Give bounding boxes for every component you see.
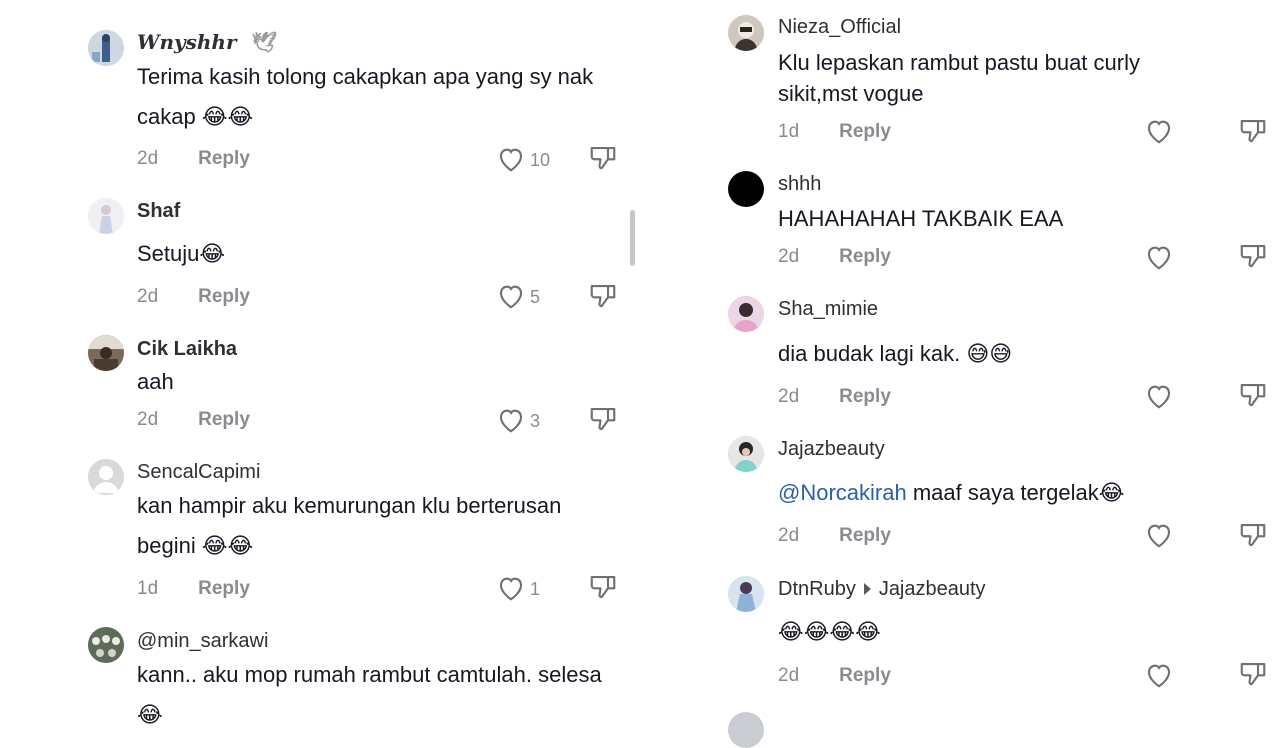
reply-button[interactable]: Reply	[839, 246, 891, 267]
comment-author[interactable]: @min_sarkawi	[137, 630, 268, 653]
comment-author[interactable]: DtnRuby Jajazbeauty	[778, 578, 986, 601]
comment-text: kann.. aku mop rumah rambut camtulah. se…	[137, 662, 602, 727]
comment-text: @Norcakirah maaf saya tergelak😂	[778, 480, 1125, 505]
comment-meta: 2d Reply	[778, 246, 891, 268]
reply-button[interactable]: Reply	[198, 286, 250, 307]
dislike-icon[interactable]	[588, 281, 618, 311]
reply-button[interactable]: Reply	[198, 409, 250, 430]
comment-text: kan hampir aku kemurungan klu berterusan…	[137, 493, 562, 558]
mention-link[interactable]: @Norcakirah	[778, 480, 907, 505]
comment-meta: 2d Reply	[778, 525, 891, 547]
dislike-icon[interactable]	[1238, 659, 1268, 689]
heart-icon[interactable]	[1144, 520, 1174, 550]
comment-time: 2d	[137, 286, 159, 307]
avatar[interactable]	[88, 30, 124, 66]
comment-text: 😂😂😂😂	[778, 619, 881, 644]
avatar[interactable]	[728, 712, 764, 748]
avatar[interactable]	[728, 436, 764, 472]
reply-arrow-icon	[863, 582, 871, 595]
comment-meta: 1d Reply	[778, 121, 891, 143]
avatar[interactable]	[88, 627, 124, 663]
scrollbar[interactable]	[630, 210, 635, 266]
avatar[interactable]	[728, 171, 764, 207]
heart-icon[interactable]	[496, 281, 526, 311]
reply-button[interactable]: Reply	[839, 525, 891, 546]
heart-icon[interactable]	[1144, 660, 1174, 690]
comment-meta: 2d Reply	[137, 409, 250, 431]
dislike-icon[interactable]	[1238, 520, 1268, 550]
reply-button[interactable]: Reply	[198, 578, 250, 599]
comment-author[interactable]: shhh	[778, 173, 821, 196]
comment-time: 2d	[778, 386, 800, 407]
comment-meta: 2d Reply	[137, 286, 250, 308]
like-count: 5	[530, 287, 541, 307]
avatar[interactable]	[88, 198, 124, 234]
comment-time: 2d	[778, 525, 800, 546]
heart-icon[interactable]	[496, 405, 526, 435]
comment-author[interactable]: Jajazbeauty	[778, 438, 885, 461]
heart-icon[interactable]	[496, 573, 526, 603]
avatar[interactable]	[88, 335, 124, 371]
comment-author[interactable]: Shaf	[137, 200, 180, 223]
comments-column-left: Wnyshhr 🕊 Terima kasih tolong cakapkan a…	[0, 0, 640, 727]
avatar[interactable]	[728, 15, 764, 51]
avatar[interactable]	[88, 459, 124, 495]
comment-time: 1d	[137, 578, 159, 599]
reply-button[interactable]: Reply	[198, 148, 250, 169]
avatar[interactable]	[728, 576, 764, 612]
comment-meta: 2d Reply	[778, 665, 891, 687]
comment-time: 2d	[778, 665, 800, 686]
heart-icon[interactable]	[496, 144, 526, 174]
comment-meta: 2d Reply	[778, 386, 891, 408]
reply-to-author[interactable]: Jajazbeauty	[879, 578, 986, 600]
like-count: 3	[530, 411, 541, 431]
comment-meta: 2d Reply	[137, 148, 250, 170]
dislike-icon[interactable]	[1238, 380, 1268, 410]
comment-author[interactable]: Sha_mimie	[778, 298, 878, 321]
comments-column-right: Nieza_Official Klu lepaskan rambut pastu…	[640, 0, 1280, 748]
like-count: 10	[530, 150, 551, 170]
comment-text: Setuju😂	[137, 241, 226, 266]
comment-text: dia budak lagi kak. 😅😅	[778, 341, 1013, 366]
dislike-icon[interactable]	[588, 572, 618, 602]
comment-time: 2d	[137, 409, 159, 430]
reply-button[interactable]: Reply	[839, 121, 891, 142]
comment-time: 1d	[778, 121, 800, 142]
comment-author[interactable]: Nieza_Official	[778, 16, 901, 39]
dislike-icon[interactable]	[1238, 241, 1268, 271]
dislike-icon[interactable]	[1238, 116, 1268, 146]
comment-author[interactable]: SencalCapimi	[137, 461, 260, 484]
comment-meta: 1d Reply	[137, 578, 250, 600]
comment-text: aah	[137, 369, 174, 394]
heart-icon[interactable]	[1144, 381, 1174, 411]
avatar[interactable]	[728, 296, 764, 332]
comment-author[interactable]: Cik Laikha	[137, 338, 237, 361]
reply-button[interactable]: Reply	[839, 386, 891, 407]
heart-icon[interactable]	[1144, 242, 1174, 272]
dislike-icon[interactable]	[588, 143, 618, 173]
comment-text: Klu lepaskan rambut pastu buat curly sik…	[778, 50, 1140, 106]
comment-text: Terima kasih tolong cakapkan apa yang sy…	[137, 64, 594, 129]
comment-time: 2d	[137, 148, 159, 169]
reply-button[interactable]: Reply	[839, 665, 891, 686]
comment-time: 2d	[778, 246, 800, 267]
comment-text: HAHAHAHAH TAKBAIK EAA	[778, 206, 1064, 231]
heart-icon[interactable]	[1144, 116, 1174, 146]
like-count: 1	[530, 579, 541, 599]
comment-author[interactable]: Wnyshhr 🕊	[137, 30, 277, 54]
dislike-icon[interactable]	[588, 404, 618, 434]
